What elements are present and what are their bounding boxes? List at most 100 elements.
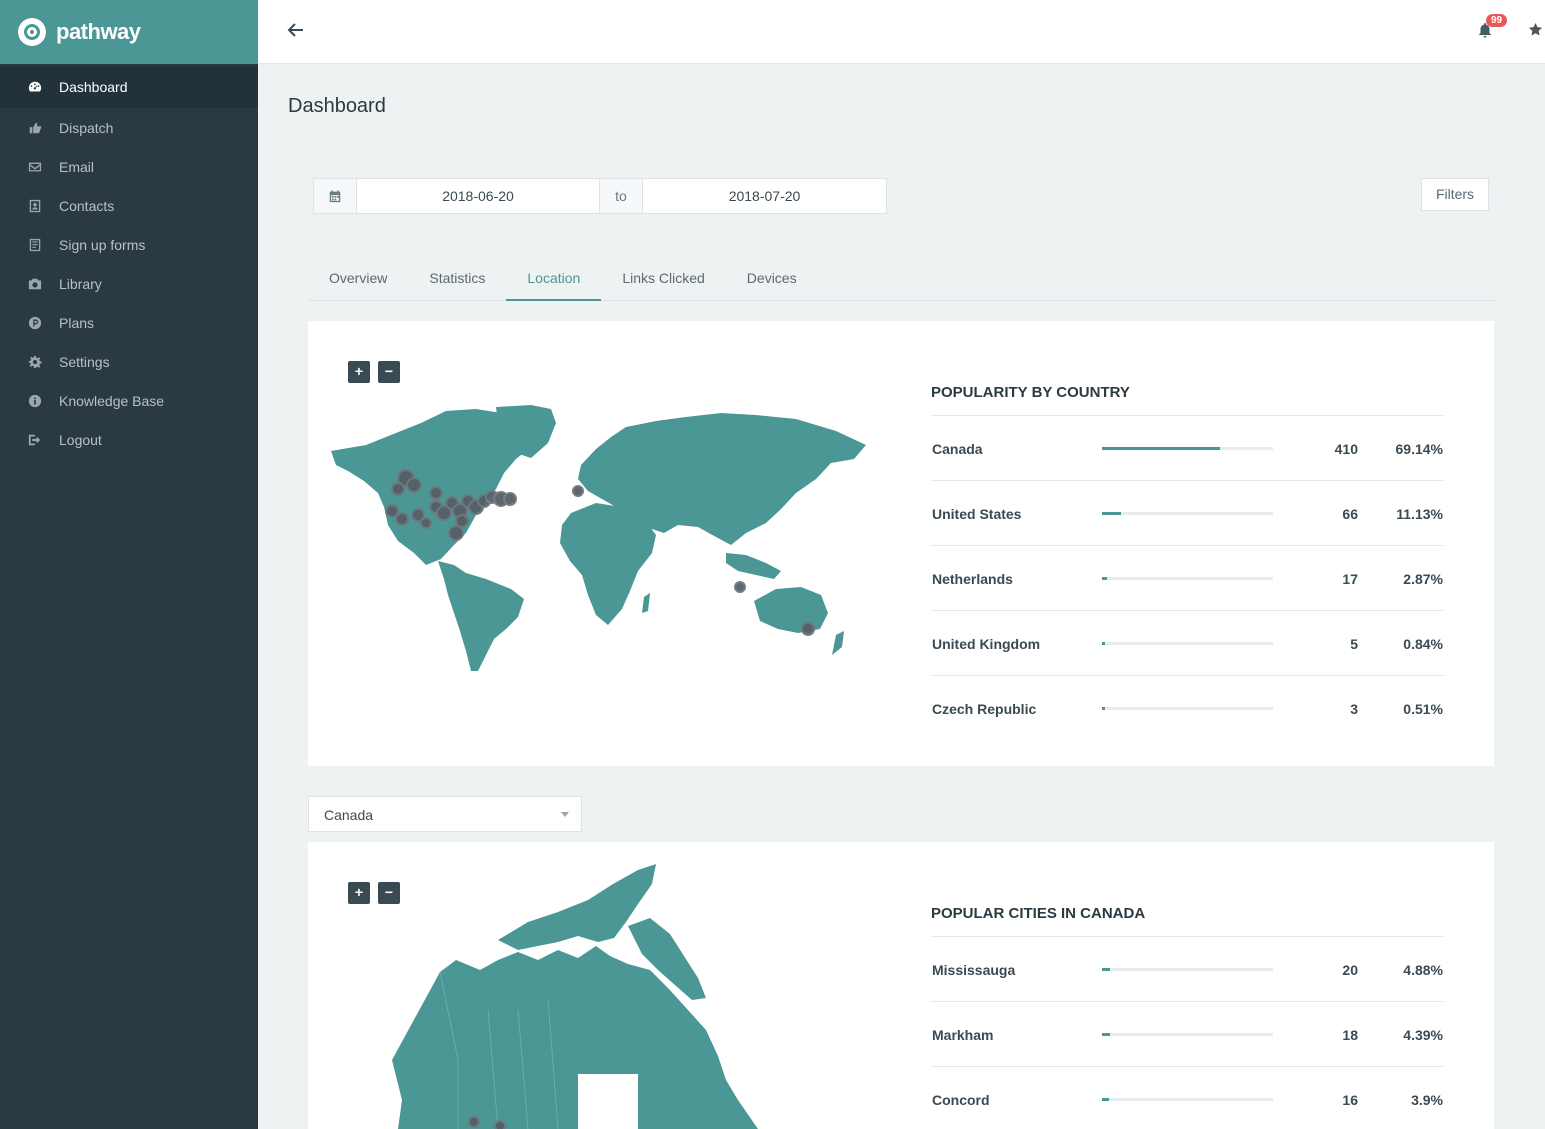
city-percent: 4.88% — [1403, 962, 1443, 978]
sidebar-item-library[interactable]: Library — [0, 264, 258, 303]
canada-map[interactable] — [388, 860, 788, 1129]
chevron-down-icon — [561, 812, 569, 817]
country-row: Czech Republic 3 0.51% — [931, 676, 1444, 741]
city-progress-fill — [1102, 1033, 1110, 1036]
sidebar-item-plans[interactable]: Plans — [0, 303, 258, 342]
logout-icon — [28, 433, 42, 447]
sidebar-item-settings[interactable]: Settings — [0, 342, 258, 381]
madagascar-shape — [642, 593, 650, 613]
brand-header[interactable]: pathway — [0, 0, 258, 64]
country-row: United Kingdom 5 0.84% — [931, 611, 1444, 676]
country-name: United Kingdom — [932, 636, 1041, 652]
report-tabs: Overview Statistics Location Links Click… — [308, 258, 1494, 301]
back-arrow-icon[interactable] — [286, 20, 310, 44]
country-progress-fill — [1102, 642, 1105, 645]
city-stats-list: Mississauga 20 4.88% Markham 18 4.39% Co… — [931, 936, 1444, 1129]
country-select[interactable]: Canada — [308, 796, 582, 832]
city-progress-bar — [1102, 1033, 1273, 1036]
tab-location[interactable]: Location — [506, 258, 602, 301]
sidebar-item-logout[interactable]: Logout — [0, 420, 258, 459]
country-progress-bar — [1102, 577, 1273, 580]
sidebar-item-contacts[interactable]: Contacts — [0, 186, 258, 225]
sidebar-item-label: Dashboard — [59, 79, 128, 95]
arctic-islands-shape — [498, 864, 656, 950]
plans-p-icon — [28, 316, 42, 330]
country-popularity-card: + − POPULARITY BY COUNTRY Canada 410 69.… — [308, 321, 1494, 766]
brand-name: pathway — [56, 19, 141, 44]
sidebar-item-dashboard[interactable]: Dashboard — [0, 66, 258, 108]
city-count: 16 — [1342, 1092, 1358, 1108]
canada-mainland-shape — [392, 946, 758, 1129]
country-stats-title: POPULARITY BY COUNTRY — [931, 384, 1130, 401]
sidebar-item-label: Knowledge Base — [59, 392, 165, 409]
country-row: Netherlands 17 2.87% — [931, 546, 1444, 611]
pathway-logo-icon — [18, 18, 46, 46]
city-popularity-card: + − POPULAR CITIES IN CANADA Mississauga… — [308, 842, 1494, 1129]
tab-devices[interactable]: Devices — [726, 258, 818, 301]
country-percent: 0.84% — [1403, 636, 1443, 652]
country-name: United States — [932, 506, 1022, 522]
country-progress-bar — [1102, 707, 1273, 710]
country-name: Czech Republic — [932, 701, 1037, 717]
city-progress-bar — [1102, 1098, 1273, 1101]
top-bar: 99 — [258, 0, 1545, 64]
city-progress-fill — [1102, 968, 1111, 971]
calendar-icon[interactable] — [313, 178, 357, 214]
country-progress-fill — [1102, 707, 1105, 710]
date-range-separator: to — [600, 178, 642, 214]
sidebar-item-label: Sign up forms — [59, 236, 146, 253]
country-count: 17 — [1342, 571, 1358, 587]
dashboard-icon — [28, 80, 42, 94]
sidebar-item-signup-forms[interactable]: Sign up forms — [0, 225, 258, 264]
city-count: 20 — [1342, 962, 1358, 978]
sidebar-item-label: Contacts — [59, 197, 115, 214]
city-name: Concord — [932, 1092, 990, 1108]
tab-links-clicked[interactable]: Links Clicked — [601, 258, 725, 301]
country-percent: 69.14% — [1395, 441, 1443, 457]
country-progress-fill — [1102, 447, 1221, 450]
contact-card-icon — [28, 199, 42, 213]
sidebar-item-knowledge-base[interactable]: Knowledge Base — [0, 381, 258, 420]
notification-badge: 99 — [1486, 14, 1508, 27]
country-select-value: Canada — [324, 807, 374, 823]
country-progress-fill — [1102, 512, 1122, 515]
zoom-in-button[interactable]: + — [348, 361, 370, 383]
form-icon — [28, 238, 42, 252]
country-percent: 0.51% — [1403, 701, 1443, 717]
sidebar-item-label: Logout — [59, 431, 102, 448]
country-progress-fill — [1102, 577, 1107, 580]
city-percent: 4.39% — [1403, 1027, 1443, 1043]
country-percent: 11.13% — [1396, 506, 1443, 522]
sidebar-item-label: Email — [59, 158, 95, 175]
tab-statistics[interactable]: Statistics — [408, 258, 506, 301]
zoom-in-button[interactable]: + — [348, 882, 370, 904]
country-name: Canada — [932, 441, 983, 457]
gear-icon — [28, 355, 42, 369]
filters-button[interactable]: Filters — [1421, 178, 1489, 211]
new-zealand-shape — [832, 631, 844, 655]
star-icon[interactable] — [1528, 22, 1544, 38]
country-row: United States 66 11.13% — [931, 481, 1444, 546]
start-date-input[interactable]: 2018-06-20 — [357, 178, 600, 214]
sidebar-item-label: Plans — [59, 314, 95, 331]
africa-shape — [560, 503, 656, 625]
sidebar-nav: Dashboard Dispatch Email Contacts Sign u… — [0, 64, 258, 459]
city-count: 18 — [1342, 1027, 1358, 1043]
city-name: Markham — [932, 1027, 994, 1043]
world-map[interactable] — [326, 403, 874, 679]
tab-overview[interactable]: Overview — [308, 258, 408, 301]
city-name: Mississauga — [932, 962, 1016, 978]
end-date-input[interactable]: 2018-07-20 — [642, 178, 887, 214]
city-percent: 3.9% — [1411, 1092, 1443, 1108]
country-name: Netherlands — [932, 571, 1013, 587]
sidebar-item-dispatch[interactable]: Dispatch — [0, 108, 258, 147]
city-progress-bar — [1102, 968, 1273, 971]
sidebar-item-label: Settings — [59, 353, 110, 370]
zoom-out-button[interactable]: − — [378, 361, 400, 383]
city-row: Concord 16 3.9% — [931, 1067, 1444, 1129]
city-stats-title: POPULAR CITIES IN CANADA — [931, 905, 1146, 922]
sidebar-item-email[interactable]: Email — [0, 147, 258, 186]
country-count: 410 — [1334, 441, 1358, 457]
se-asia-shape — [726, 553, 781, 579]
country-count: 5 — [1350, 636, 1358, 652]
